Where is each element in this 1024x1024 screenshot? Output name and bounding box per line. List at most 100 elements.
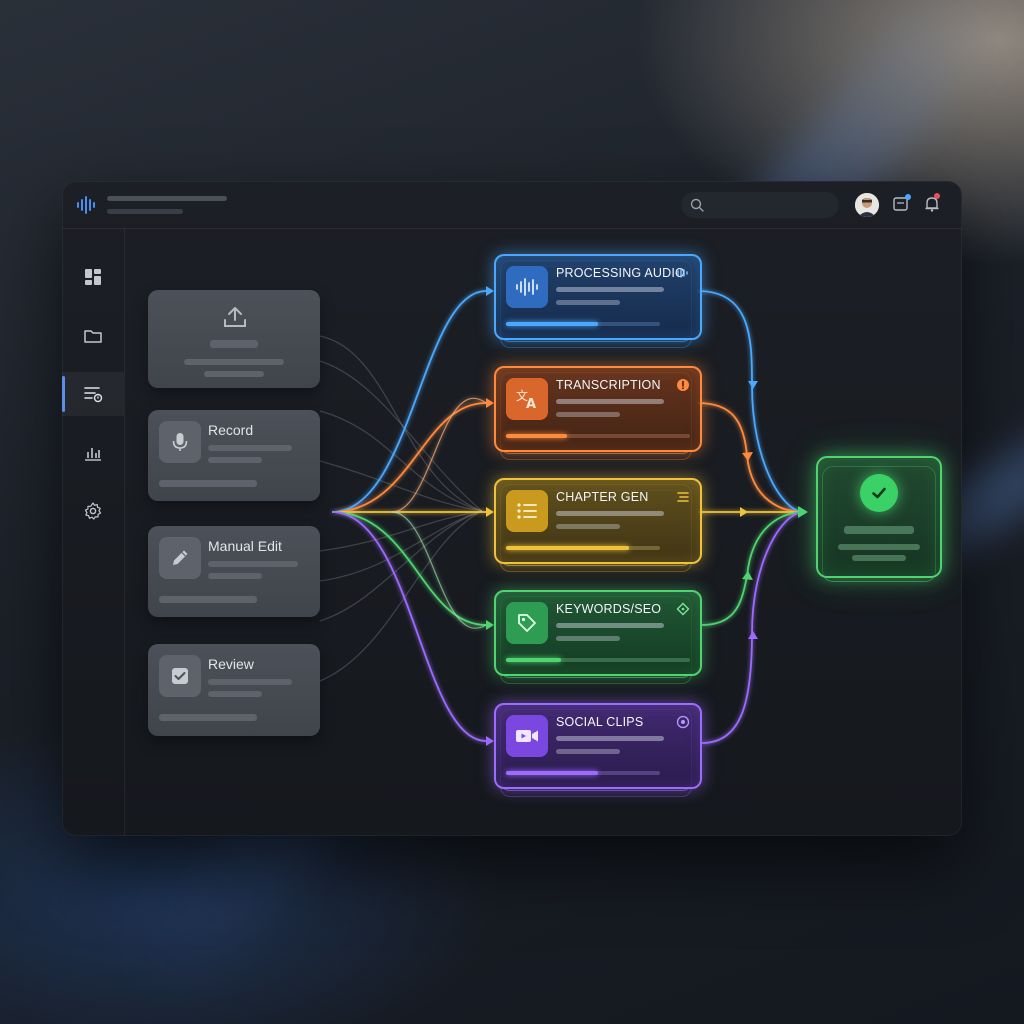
app-title-placeholder: [107, 196, 227, 201]
step-card-body: CHAPTER GEN: [494, 478, 702, 564]
step-title: TRANSCRIPTION: [556, 378, 661, 392]
merge-arrowheads: [740, 381, 808, 639]
output-text-placeholder: [838, 544, 920, 550]
list-icon: [517, 503, 537, 519]
sidebar-item-settings[interactable]: [62, 489, 124, 533]
tag-icon: [518, 614, 536, 632]
step-text-placeholder-2: [556, 749, 620, 754]
upload-title-placeholder: [210, 340, 258, 348]
app-window: Record Manual Edit Review PROCESSING AUD…: [62, 181, 962, 836]
upload-text-placeholder: [184, 359, 284, 365]
sidebar-item-dashboard[interactable]: [62, 255, 124, 299]
step-text-placeholder-2: [556, 636, 620, 641]
step-icon-box: [506, 715, 548, 757]
record-text-placeholder: [208, 445, 292, 451]
dashboard-icon: [85, 269, 101, 285]
manual-edit-label: Manual Edit: [208, 538, 282, 554]
waveform-icon: [516, 278, 538, 296]
fan-out-arrowheads: [486, 286, 494, 746]
progress-bar: [506, 434, 690, 438]
step-card-body: PROCESSING AUDIO: [494, 254, 702, 340]
menu-lines-icon: [677, 492, 689, 502]
step-text-placeholder-2: [556, 412, 620, 417]
translate-icon: 文 A: [516, 388, 536, 411]
step-card-processing-audio[interactable]: PROCESSING AUDIO: [494, 254, 702, 348]
share-circle-icon: [676, 715, 690, 729]
record-meta-placeholder: [159, 480, 257, 487]
output-text-placeholder-2: [852, 555, 906, 561]
step-icon-box: 文 A: [506, 378, 548, 420]
search-icon: [690, 198, 704, 212]
progress-fill: [506, 322, 599, 326]
review-card[interactable]: Review: [148, 644, 320, 736]
output-complete-card[interactable]: [816, 456, 942, 578]
progress-bar: [506, 771, 660, 775]
review-meta-placeholder: [159, 714, 257, 721]
merge-connectors: [697, 290, 805, 744]
step-card-chapter-gen[interactable]: CHAPTER GEN: [494, 478, 702, 572]
step-card-body: KEYWORDS/SEO: [494, 590, 702, 676]
record-card[interactable]: Record: [148, 410, 320, 501]
step-title: PROCESSING AUDIO: [556, 266, 685, 280]
step-card-transcription[interactable]: 文 A TRANSCRIPTION: [494, 366, 702, 460]
user-portrait-icon: [855, 193, 879, 217]
upload-card[interactable]: [148, 290, 320, 388]
review-label: Review: [208, 656, 254, 672]
step-title: CHAPTER GEN: [556, 490, 649, 504]
step-card-body: SOCIAL CLIPS: [494, 703, 702, 789]
upload-icon: [224, 307, 246, 327]
bar-chart-icon: [85, 448, 101, 461]
sidebar-item-analytics[interactable]: [62, 431, 124, 475]
progress-bar: [506, 658, 690, 662]
review-text-placeholder: [208, 679, 292, 685]
source-connectors: [319, 335, 483, 682]
step-card-keywords-seo[interactable]: KEYWORDS/SEO: [494, 590, 702, 684]
search-input[interactable]: [681, 192, 839, 218]
alert-icon: [677, 379, 689, 391]
manual-edit-card[interactable]: Manual Edit: [148, 526, 320, 617]
record-text-placeholder-2: [208, 457, 262, 463]
step-text-placeholder: [556, 736, 664, 741]
step-text-placeholder: [556, 623, 664, 628]
fan-out-connectors: [331, 290, 487, 742]
step-text-placeholder: [556, 511, 664, 516]
step-icon-box: [506, 602, 548, 644]
output-title-placeholder: [844, 526, 914, 534]
checkmark-icon: [872, 487, 886, 499]
check-circle-icon: [860, 474, 898, 512]
step-card-body: 文 A TRANSCRIPTION: [494, 366, 702, 452]
manual-edit-text-placeholder-2: [208, 573, 262, 579]
user-avatar[interactable]: [855, 193, 879, 217]
progress-fill: [506, 546, 630, 550]
step-title: SOCIAL CLIPS: [556, 715, 644, 729]
gear-icon: [84, 502, 102, 520]
review-icon-box: [159, 655, 201, 697]
step-text-placeholder-2: [556, 524, 620, 529]
checkbox-icon: [172, 668, 188, 684]
sidebar-item-files[interactable]: [62, 314, 124, 358]
progress-bar: [506, 546, 660, 550]
sidebar-item-workflows[interactable]: [62, 372, 124, 416]
step-text-placeholder: [556, 287, 664, 292]
step-text-placeholder: [556, 399, 664, 404]
messages-badge: [905, 194, 911, 200]
sidebar: [62, 228, 125, 836]
review-text-placeholder-2: [208, 691, 262, 697]
progress-fill: [506, 658, 562, 662]
step-text-placeholder-2: [556, 300, 620, 305]
diamond-tag-icon: [676, 602, 690, 616]
step-title: KEYWORDS/SEO: [556, 602, 662, 616]
step-card-social-clips[interactable]: SOCIAL CLIPS: [494, 703, 702, 797]
upload-text-placeholder-2: [204, 371, 264, 377]
progress-bar: [506, 322, 660, 326]
video-icon: [516, 730, 538, 742]
step-icon-box: [506, 266, 548, 308]
waveform-logo-icon: [77, 196, 95, 214]
manual-edit-icon-box: [159, 537, 201, 579]
app-subtitle-placeholder: [107, 209, 183, 214]
progress-fill: [506, 434, 567, 438]
notification-badge: [934, 193, 940, 199]
progress-fill: [506, 771, 599, 775]
folder-icon: [84, 330, 102, 343]
top-bar: [62, 181, 962, 229]
